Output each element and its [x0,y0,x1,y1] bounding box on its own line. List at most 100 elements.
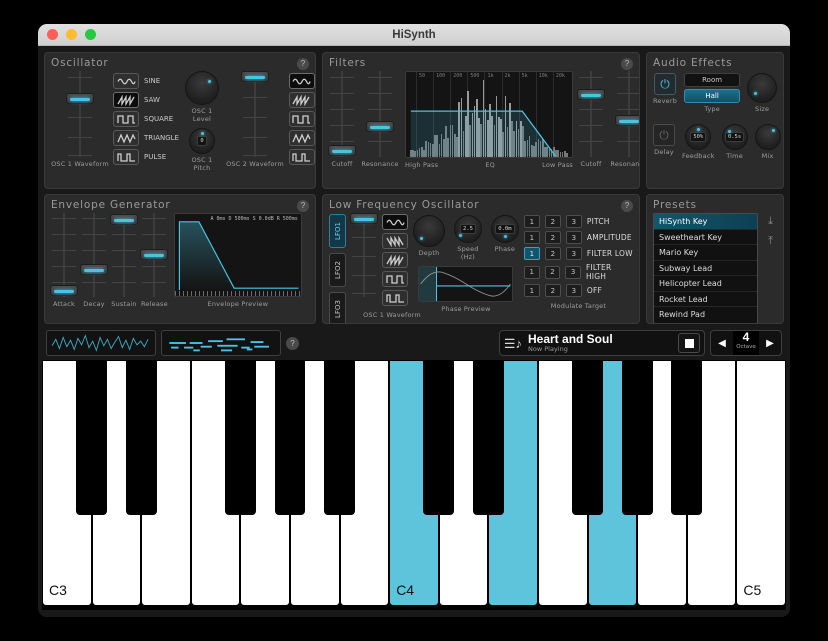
lfo-title: Low Frequency Oscillator [329,199,480,211]
lfo-help-icon[interactable]: ? [621,200,633,212]
octave-up-button[interactable]: ▶ [759,331,781,355]
presets-list[interactable]: HiSynth Key Sweetheart Key Mario Key Sub… [653,213,758,323]
preset-item-0[interactable]: HiSynth Key [654,214,757,230]
piano-keyboard[interactable]: C3 C4 C5 [42,360,786,610]
delay-mix-knob[interactable] [754,124,781,150]
delay-power-button[interactable]: ⏻ [653,124,675,146]
lfo-wave-saw-up[interactable] [382,252,408,268]
pitch-slot-2[interactable]: 2 [544,215,561,228]
highpass-resonance-slider[interactable] [366,71,394,157]
filter-low-slot-1[interactable]: 1 [523,247,540,260]
import-icon[interactable]: ⤓ [764,215,777,229]
filter-high-slot-2[interactable]: 2 [544,265,561,279]
reverb-power-button[interactable]: ⏻ [654,73,677,95]
reverb-type-room[interactable]: Room [684,73,741,87]
amplitude-slot-3[interactable]: 3 [565,231,582,244]
osc2-wave-saw[interactable] [288,92,315,108]
oscillator-help-icon[interactable]: ? [297,58,309,70]
off-target-label: OFF [586,286,603,295]
lfo-waveform-slider[interactable] [350,213,378,297]
filter-high-slot-1[interactable]: 1 [523,265,540,279]
envelope-title: Envelope Generator [51,199,171,211]
lfo-depth-knob[interactable] [413,215,445,247]
filter-low-slot-2[interactable]: 2 [544,247,561,260]
piano-black-key[interactable] [671,360,703,515]
lfo-wave-sine[interactable] [382,214,408,230]
off-slot-1[interactable]: 1 [523,284,540,297]
decay-slider[interactable] [80,213,108,297]
preset-item-3[interactable]: Subway Lead [654,261,757,276]
sustain-slider[interactable] [110,213,138,297]
octave-down-button[interactable]: ◀ [711,331,733,355]
filter-high-slot-3[interactable]: 3 [565,265,581,279]
osc1-pitch-knob[interactable]: 0 [188,128,215,154]
lfo-speed-label: Speed (Hz) [457,245,479,261]
osc1-level-knob[interactable] [184,71,219,105]
reverb-type-hall[interactable]: Hall [684,89,741,103]
piano-black-key[interactable] [423,360,455,515]
osc1-wave-sine[interactable]: SINE [113,73,179,89]
amplitude-slot-2[interactable]: 2 [544,231,561,244]
now-playing-box[interactable]: ☰♪ Heart and Soul Now Playing [498,330,705,356]
filter-low-slot-3[interactable]: 3 [565,247,582,260]
preset-item-5[interactable]: Rocket Lead [654,292,757,307]
pitch-slot-1[interactable]: 1 [523,215,540,228]
lowpass-cutoff-slider[interactable] [577,71,605,157]
osc1-waveform-label: OSC 1 Waveform [51,160,109,168]
piano-black-key[interactable] [125,360,157,515]
delay-time-knob[interactable]: 0.5s [721,124,748,150]
preset-item-2[interactable]: Mario Key [654,245,757,261]
lfo-speed-knob[interactable]: 2.5 [453,215,482,243]
eq-spectrum-display[interactable]: 50 100 200 500 1k 2k 5k 10k 20k [405,71,573,158]
stop-button[interactable] [678,333,700,353]
pitch-slot-3[interactable]: 3 [565,215,582,228]
attack-slider[interactable] [50,213,78,297]
lfo-tab-1[interactable]: LFO1 [329,214,346,248]
lowpass-resonance-slider[interactable] [615,71,639,157]
osc2-wave-sine[interactable] [288,73,315,89]
lfo-phase-knob[interactable]: 0.0m [490,215,519,243]
piano-key-label: C3 [49,582,67,598]
export-icon[interactable]: ⤒ [764,235,777,249]
osc1-wave-square[interactable]: SQUARE [113,111,179,127]
modulate-row-amplitude: 1 2 3 AMPLITUDE [523,231,633,244]
osc2-wave-triangle[interactable] [288,130,315,146]
piano-black-key[interactable] [76,360,107,515]
osc1-wave-pulse[interactable]: PULSE [113,149,179,165]
piano-black-key[interactable] [621,360,653,515]
reverb-size-knob[interactable] [747,73,778,103]
piano-black-key[interactable] [274,360,306,515]
filters-help-icon[interactable]: ? [621,58,633,70]
osc2-wave-square[interactable] [288,111,315,127]
piano-black-key[interactable] [473,360,504,515]
off-slot-2[interactable]: 2 [544,284,561,297]
lfo-wave-saw-down[interactable] [382,233,408,249]
delay-feedback-knob[interactable]: 50% [685,124,712,150]
lfo-tab-3[interactable]: LFO3 [329,292,346,323]
lfo-wave-square[interactable] [382,271,408,287]
preset-item-4[interactable]: Helicopter Lead [654,276,757,292]
song-status: Now Playing [528,345,568,353]
piano-key-label: C4 [396,582,415,598]
osc1-wave-saw[interactable]: SAW [113,92,179,108]
piano-white-key[interactable]: C5 [736,360,786,606]
lfo-wave-pulse[interactable] [382,290,408,306]
release-slider[interactable] [140,213,169,297]
highpass-cutoff-slider[interactable] [328,71,356,157]
osc1-pulse-label: PULSE [144,153,167,161]
playlist-icon[interactable]: ☰♪ [504,337,522,350]
osc1-wave-triangle[interactable]: TRIANGLE [113,130,179,146]
preset-item-1[interactable]: Sweetheart Key [654,230,757,245]
lfo-tab-2[interactable]: LFO2 [329,253,346,287]
envelope-help-icon[interactable]: ? [297,200,309,212]
amplitude-slot-1[interactable]: 1 [523,231,540,244]
osc2-wave-pulse[interactable] [288,149,315,165]
osc1-waveform-slider[interactable] [66,71,94,157]
piano-black-key[interactable] [225,360,256,515]
piano-black-key[interactable] [572,360,603,515]
transport-help-icon[interactable]: ? [286,336,299,350]
off-slot-3[interactable]: 3 [565,284,582,297]
piano-black-key[interactable] [324,360,355,515]
preset-item-6[interactable]: Rewind Pad [654,307,757,323]
osc2-waveform-slider[interactable] [240,71,269,157]
